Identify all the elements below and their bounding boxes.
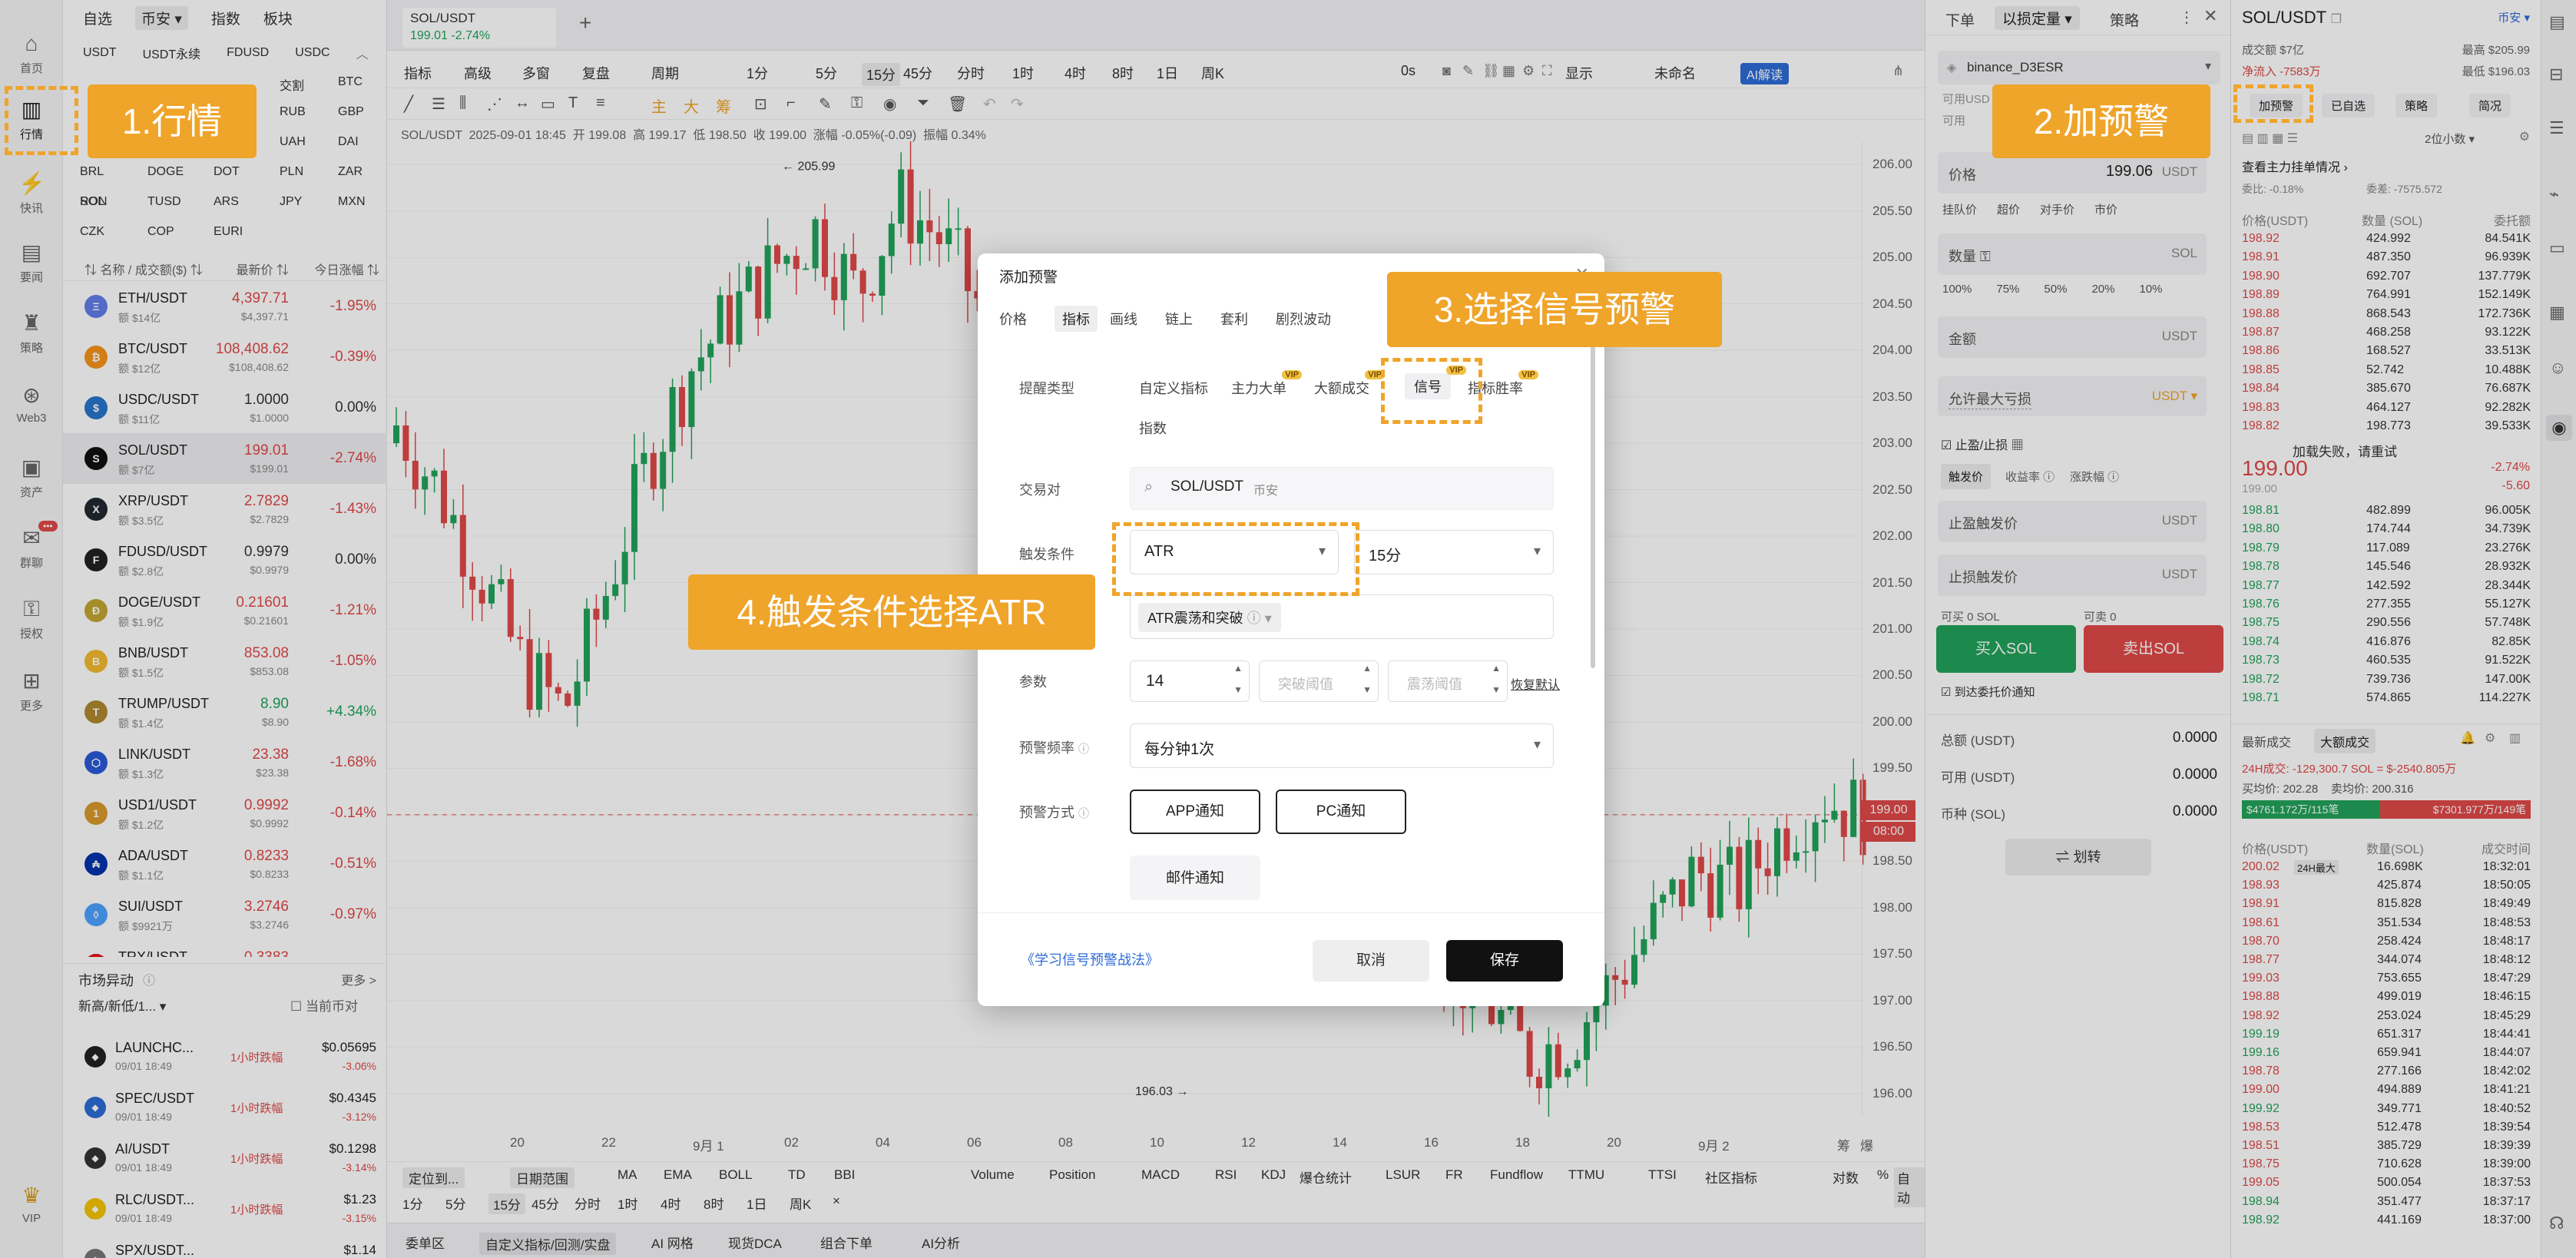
dialog-tab[interactable]: 指标 [1055, 306, 1098, 332]
range-threshold-input[interactable]: 震荡阈值 ▲ ▼ [1388, 660, 1508, 702]
param-period-input[interactable]: 14 ▲ ▼ [1130, 660, 1250, 702]
alert-types: 自定义指标 主力大单 VIP 大额成交 VIP 信号 VIP 指标胜率 VIP 指数 [1139, 366, 1584, 445]
dialog-title: 添加预警 [999, 270, 1058, 286]
app-notify-option[interactable]: APP通知 [1130, 790, 1260, 834]
alert-type-option[interactable]: 主力大单 VIP [1231, 370, 1302, 398]
dialog-tab[interactable]: 套利 [1220, 309, 1248, 329]
vip-badge: VIP [1518, 370, 1538, 379]
alert-type-option[interactable]: 指数 [1139, 418, 1167, 438]
cancel-button[interactable]: 取消 [1313, 940, 1429, 982]
stepper-up-icon[interactable]: ▲ [1233, 663, 1243, 674]
callout-step1: 1.行情 [88, 84, 257, 158]
signal-select[interactable]: ATR震荡和突破 ⓘ ▾ [1130, 594, 1554, 639]
callout-step2: 2.加预警 [1992, 84, 2210, 158]
period-select[interactable]: 15分 ▾ [1354, 530, 1554, 574]
alert-type-option[interactable]: 大额成交 VIP [1314, 370, 1385, 398]
save-button[interactable]: 保存 [1446, 940, 1563, 982]
dialog-tab[interactable]: 画线 [1110, 309, 1137, 329]
stepper-up-icon[interactable]: ▲ [1362, 663, 1372, 674]
highlight-signal-type [1381, 358, 1482, 424]
pair-input[interactable]: ⌕ SOL/USDT 币安 [1130, 467, 1554, 510]
callout-step3: 3.选择信号预警 [1387, 272, 1722, 347]
breakout-threshold-input[interactable]: 突破阈值 ▲ ▼ [1259, 660, 1379, 702]
chevron-down-icon: ▾ [1533, 737, 1541, 752]
dialog-scrollbar[interactable] [1591, 346, 1595, 668]
frequency-select[interactable]: 每分钟1次 ▾ [1130, 723, 1554, 768]
pc-notify-option[interactable]: PC通知 [1276, 790, 1406, 834]
vip-badge: VIP [1282, 370, 1302, 379]
stepper-down-icon[interactable]: ▼ [1233, 684, 1243, 695]
stepper-down-icon[interactable]: ▼ [1362, 684, 1372, 695]
dialog-tab[interactable]: 价格 [999, 309, 1027, 329]
stepper-up-icon[interactable]: ▲ [1492, 663, 1501, 674]
highlight-atr-condition [1112, 522, 1359, 596]
dialog-tab[interactable]: 剧烈波动 [1276, 309, 1331, 329]
callout-step4: 4.触发条件选择ATR [688, 574, 1095, 650]
reset-defaults-link[interactable]: 恢复默认 [1511, 674, 1560, 693]
alert-type-option[interactable]: 自定义指标 [1139, 378, 1208, 398]
email-notify-option[interactable]: 邮件通知 [1130, 856, 1260, 900]
search-icon: ⌕ [1144, 478, 1154, 495]
dialog-tab[interactable]: 链上 [1165, 309, 1193, 329]
stepper-down-icon[interactable]: ▼ [1492, 684, 1501, 695]
highlight-market-nav [5, 86, 78, 155]
learn-link[interactable]: 《学习信号预警战法》 [1021, 949, 1159, 969]
chevron-down-icon: ▾ [1533, 543, 1541, 558]
highlight-add-alert [2233, 84, 2313, 123]
